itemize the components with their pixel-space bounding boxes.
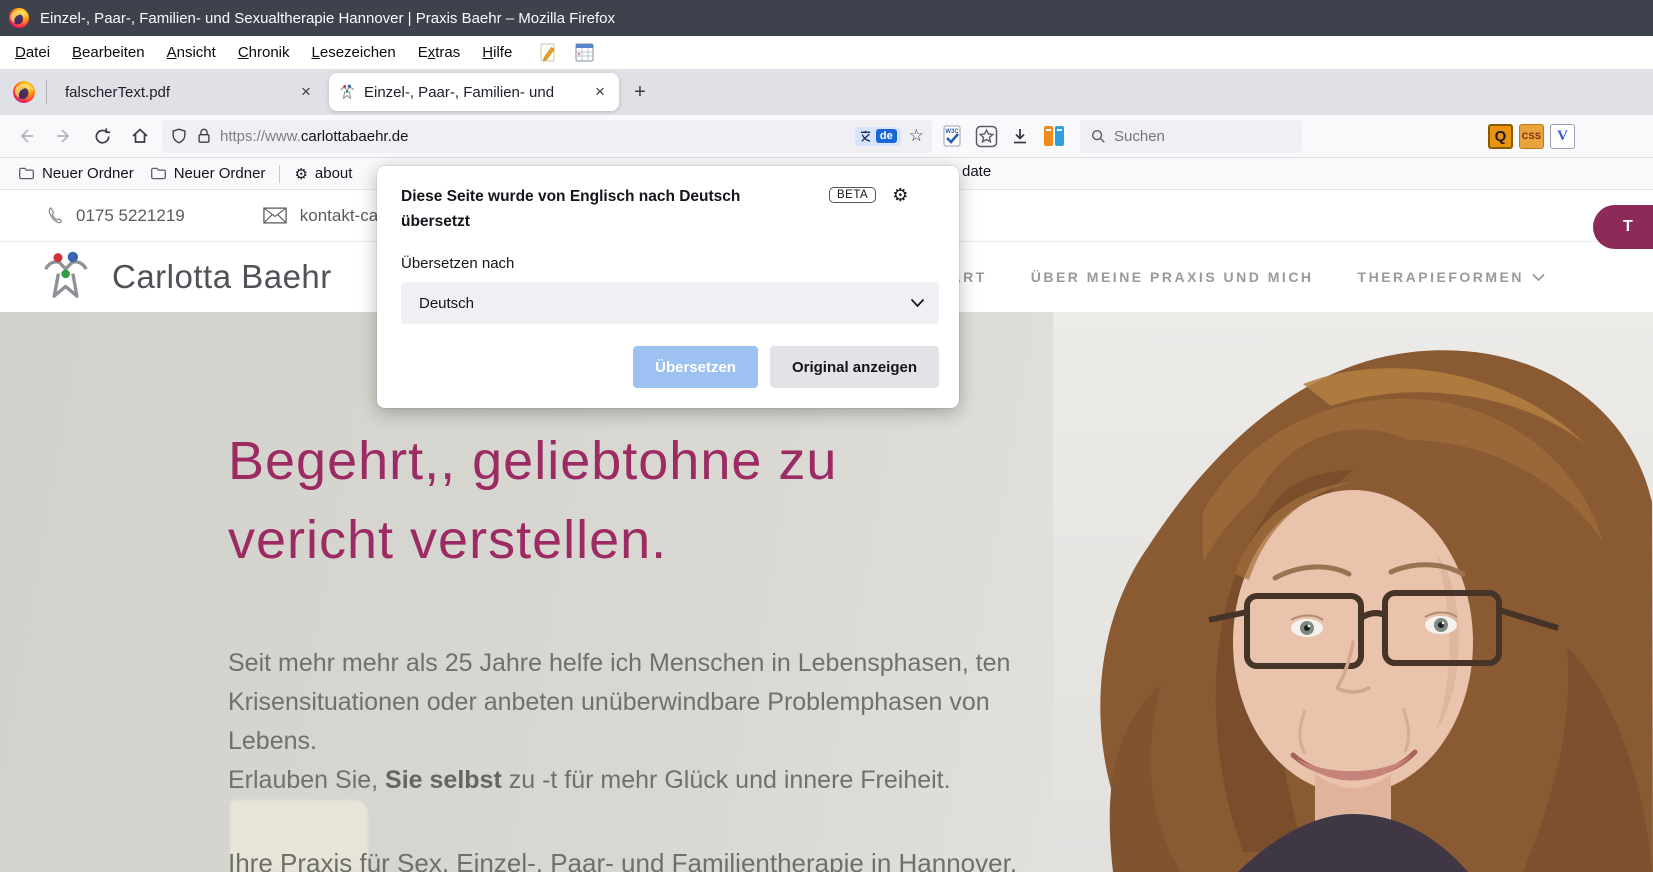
site-logo-text[interactable]: Carlotta Baehr [112, 258, 332, 296]
folder-icon [150, 165, 167, 182]
dictionary-extension-icon[interactable] [1040, 122, 1068, 150]
hero-body-line: Lebens. [228, 722, 1010, 761]
phone-link[interactable]: 0175 5221219 [46, 206, 185, 226]
tab-label: Einzel-, Paar-, Familien- und [364, 84, 585, 101]
menu-extras[interactable]: Extras [407, 40, 472, 65]
note-pencil-icon[interactable] [539, 43, 557, 63]
translate-icon[interactable]: de [855, 127, 901, 146]
url-bar[interactable]: https://www.carlottabaehr.de de ☆ [162, 120, 932, 153]
hero-body-sentence: Erlauben Sie, Sie selbst zu -t für mehr … [228, 761, 1010, 800]
star-badge-icon[interactable] [972, 122, 1000, 150]
chevron-down-icon [1532, 273, 1545, 282]
hero-heading: Begehrt,, geliebtohne zu vericht verstel… [228, 422, 837, 580]
home-button[interactable] [124, 120, 156, 152]
site-navigation: START ÜBER MEINE PRAXIS UND MICH THERAPI… [929, 242, 1545, 312]
download-icon[interactable] [1006, 122, 1034, 150]
praxis-logo-icon[interactable] [40, 250, 94, 304]
gear-icon: ⚙ [294, 165, 307, 183]
translation-popup: Diese Seite wurde von Englisch nach Deut… [377, 166, 959, 408]
termin-cta-button[interactable]: T [1593, 205, 1653, 249]
nav-therapieformen[interactable]: THERAPIEFORMEN [1358, 269, 1545, 285]
bookmark-about[interactable]: ⚙ about [286, 162, 360, 186]
hero-heading-line1: Begehrt,, geliebtohne zu [228, 422, 837, 501]
bookmark-folder-1[interactable]: Neuer Ordner [10, 162, 142, 185]
menu-bearbeiten[interactable]: Bearbeiten [61, 40, 156, 65]
tab-bar: falscherText.pdf × Einzel-, Paar-, Famil… [0, 69, 1653, 115]
tab-label: falscherText.pdf [65, 84, 295, 101]
bookmarks-separator [279, 165, 280, 183]
tab-divider [46, 80, 47, 104]
calendar-grid-icon[interactable] [575, 43, 594, 62]
email-link[interactable]: kontakt-car [263, 206, 384, 226]
bookmark-partial-date[interactable]: date [962, 163, 991, 180]
search-field[interactable]: Suchen [1080, 120, 1302, 153]
menu-chronik[interactable]: Chronik [227, 40, 301, 65]
site-favicon [339, 84, 356, 101]
search-icon [1090, 128, 1106, 144]
translate-language-badge: de [876, 129, 897, 143]
menu-ansicht[interactable]: Ansicht [156, 40, 227, 65]
show-original-button[interactable]: Original anzeigen [770, 346, 939, 388]
folder-icon [18, 165, 35, 182]
w3c-validator-icon[interactable]: W3C [938, 122, 966, 150]
firefox-logo-icon [8, 7, 30, 29]
translate-to-label: Übersetzen nach [401, 255, 939, 272]
menu-lesezeichen[interactable]: Lesezeichen [301, 40, 407, 65]
lock-icon[interactable] [196, 127, 212, 145]
phone-icon [46, 206, 63, 225]
back-button[interactable] [10, 120, 42, 152]
navigation-toolbar: https://www.carlottabaehr.de de ☆ W3C [0, 115, 1653, 158]
envelope-icon [263, 207, 287, 224]
translation-popup-title: Diese Seite wurde von Englisch nach Deut… [401, 184, 803, 234]
beta-badge: BETA [829, 187, 876, 203]
translate-button[interactable]: Übersetzen [633, 346, 758, 388]
window-title: Einzel-, Paar-, Familien- und Sexualther… [40, 10, 615, 27]
menu-bar: Datei Bearbeiten Ansicht Chronik Lesezei… [0, 36, 1653, 69]
search-placeholder: Suchen [1114, 128, 1165, 145]
menu-datei[interactable]: Datei [4, 40, 61, 65]
firefox-tab-icon[interactable] [12, 80, 36, 104]
forward-button[interactable] [48, 120, 80, 152]
css-extension-icon[interactable]: CSS [1519, 124, 1544, 149]
hero-paragraph: Seit mehr mehr als 25 Jahre helfe ich Me… [228, 644, 1010, 800]
html-validator-extension-icon[interactable]: Q [1488, 124, 1513, 149]
menu-hilfe[interactable]: Hilfe [471, 40, 523, 65]
selected-language: Deutsch [419, 295, 910, 312]
url-text[interactable]: https://www.carlottabaehr.de [220, 128, 408, 145]
chevron-down-icon [910, 298, 925, 308]
reload-button[interactable] [86, 120, 118, 152]
bookmark-folder-2[interactable]: Neuer Ordner [142, 162, 274, 185]
new-tab-button[interactable]: + [627, 79, 653, 105]
shield-icon[interactable] [170, 127, 188, 145]
hero-footer-line: Ihre Praxis für Sex, Einzel-, Paar- und … [228, 848, 1017, 872]
v-extension-icon[interactable]: V [1550, 124, 1575, 149]
hero-heading-line2: vericht verstellen. [228, 501, 837, 580]
phone-number: 0175 5221219 [76, 206, 185, 226]
window-title-bar: Einzel-, Paar-, Familien- und Sexualther… [0, 0, 1653, 36]
hero-body-line: Krisensituationen oder anbeten unüberwin… [228, 683, 1010, 722]
close-icon[interactable]: × [589, 81, 611, 103]
language-select[interactable]: Deutsch [401, 282, 939, 324]
email-text: kontakt-car [300, 206, 384, 226]
bookmark-star-icon[interactable]: ☆ [909, 126, 924, 146]
tab-falschertext-pdf[interactable]: falscherText.pdf × [53, 72, 325, 112]
portrait-photo [1053, 312, 1653, 872]
close-icon[interactable]: × [295, 81, 317, 103]
hero-body-line: Seit mehr mehr als 25 Jahre helfe ich Me… [228, 644, 1010, 683]
gear-icon[interactable]: ⚙ [892, 185, 908, 206]
tab-einzel-paar-familien[interactable]: Einzel-, Paar-, Familien- und × [329, 73, 619, 111]
nav-ueber-meine-praxis[interactable]: ÜBER MEINE PRAXIS UND MICH [1031, 269, 1314, 285]
